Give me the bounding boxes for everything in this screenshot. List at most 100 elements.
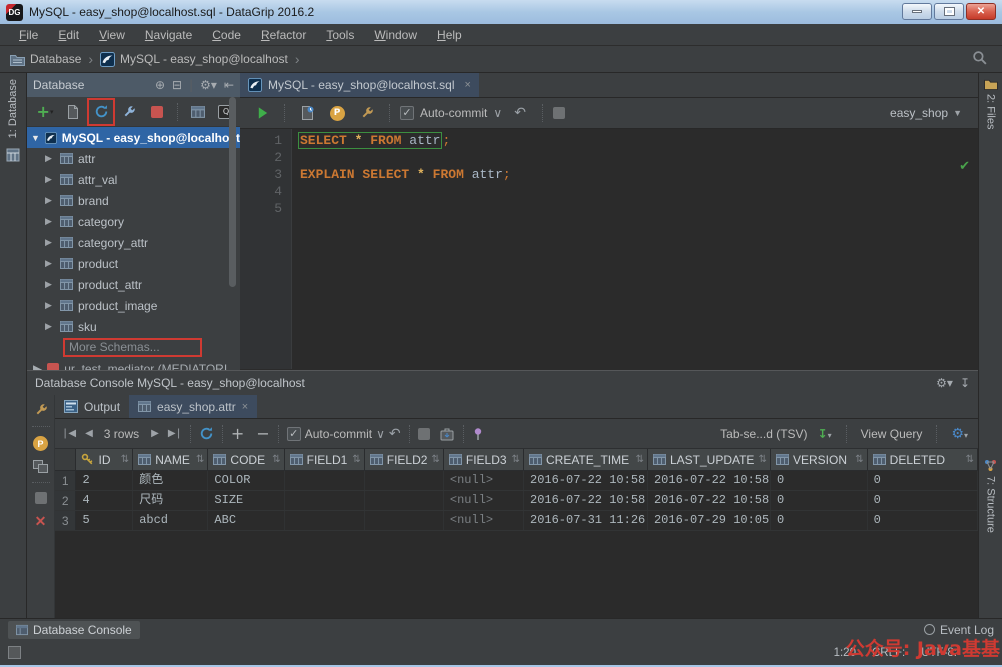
- sort-arrows-icon[interactable]: ⇅: [855, 454, 863, 465]
- sort-arrows-icon[interactable]: ⇅: [121, 454, 129, 465]
- cell-last_update[interactable]: 2016-07-22 10:58:09: [648, 471, 771, 490]
- duplicate-icon[interactable]: [61, 100, 85, 124]
- tree-connection-row[interactable]: ▼ MySQL - easy_shop@localhost: [27, 127, 240, 148]
- delete-row-button[interactable]: −: [256, 424, 269, 443]
- collapsed-arrow-icon[interactable]: ▶: [45, 174, 55, 185]
- cell-deleted[interactable]: 0: [868, 471, 978, 490]
- cell-deleted[interactable]: 0: [868, 511, 978, 530]
- more-schemas-link[interactable]: More Schemas...: [27, 337, 240, 358]
- sort-arrows-icon[interactable]: ⇅: [966, 454, 974, 465]
- schema-selector[interactable]: easy_shop ▼: [890, 106, 962, 120]
- tool-button-database[interactable]: 1: Database: [7, 79, 19, 138]
- sort-arrows-icon[interactable]: ⇅: [431, 454, 439, 465]
- sort-arrows-icon[interactable]: ⇅: [272, 454, 280, 465]
- next-page-icon[interactable]: ▶: [151, 428, 159, 439]
- column-header-create_time[interactable]: CREATE_TIME ⇅: [524, 449, 648, 470]
- search-everywhere-icon[interactable]: [972, 50, 988, 66]
- breadcrumb-connection[interactable]: MySQL - easy_shop@localhost: [98, 51, 290, 67]
- close-tab-icon[interactable]: ×: [242, 401, 248, 413]
- autocommit-checkbox[interactable]: ✓: [400, 106, 414, 120]
- autocommit-checkbox[interactable]: ✓: [286, 426, 301, 441]
- cell-field1[interactable]: [285, 491, 365, 510]
- code-line-2[interactable]: [300, 149, 978, 166]
- column-header-field2[interactable]: FIELD2 ⇅: [365, 449, 444, 470]
- cell-id[interactable]: 4: [76, 491, 134, 510]
- sync-refresh-button[interactable]: [87, 97, 115, 126]
- editor-tab-sql[interactable]: MySQL - easy_shop@localhost.sql ×: [240, 73, 479, 97]
- export-download-icon[interactable]: ↧▾: [818, 427, 832, 441]
- collapsed-arrow-icon[interactable]: ▶: [45, 300, 55, 311]
- sort-arrows-icon[interactable]: ⇅: [352, 454, 360, 465]
- tree-table-attr_val[interactable]: ▶ attr_val: [27, 169, 240, 190]
- breadcrumb-database[interactable]: Database: [8, 52, 83, 66]
- chevron-down-icon[interactable]: ∨: [376, 427, 385, 441]
- row-number[interactable]: 1: [55, 471, 77, 490]
- cell-code[interactable]: COLOR: [208, 471, 285, 490]
- collapsed-arrow-icon[interactable]: ▶: [45, 258, 55, 269]
- wrench-properties-icon[interactable]: [117, 100, 141, 124]
- menu-item-window[interactable]: Window: [365, 26, 426, 44]
- cell-code[interactable]: SIZE: [208, 491, 285, 510]
- cell-field1[interactable]: [285, 471, 365, 490]
- sort-arrows-icon[interactable]: ⇅: [512, 454, 520, 465]
- code-area[interactable]: SELECT * FROM attr; EXPLAIN SELECT * FRO…: [292, 129, 978, 369]
- column-header-last_update[interactable]: LAST_UPDATE ⇅: [648, 449, 771, 470]
- row-number[interactable]: 3: [55, 511, 77, 530]
- structure-icon[interactable]: [984, 459, 997, 472]
- table-view-icon[interactable]: [186, 100, 210, 124]
- column-header-code[interactable]: CODE ⇅: [208, 449, 285, 470]
- minimize-button[interactable]: [902, 3, 932, 20]
- reload-data-icon[interactable]: [199, 426, 214, 441]
- execute-button[interactable]: [250, 101, 274, 125]
- cell-name[interactable]: 尺码: [133, 491, 209, 510]
- view-query-button[interactable]: View Query: [861, 427, 923, 441]
- previous-page-icon[interactable]: ◀: [85, 428, 93, 439]
- tree-table-product_image[interactable]: ▶ product_image: [27, 295, 240, 316]
- settings-wrench-icon[interactable]: [355, 101, 379, 125]
- toggle-stripes-icon[interactable]: [8, 646, 21, 659]
- close-console-button[interactable]: ✕: [35, 513, 47, 530]
- collapsed-arrow-icon[interactable]: ▶: [45, 279, 55, 290]
- hide-panel-icon[interactable]: ⇤: [224, 78, 234, 92]
- gear-icon[interactable]: ⚙▾: [936, 376, 953, 390]
- locate-icon[interactable]: ⊕: [155, 78, 165, 92]
- cell-field2[interactable]: [365, 511, 444, 530]
- column-header-id[interactable]: ID ⇅: [76, 449, 134, 470]
- first-page-icon[interactable]: ❘◀: [61, 428, 76, 439]
- column-header-field1[interactable]: FIELD1 ⇅: [285, 449, 365, 470]
- tree-table-product[interactable]: ▶ product: [27, 253, 240, 274]
- tree-table-product_attr[interactable]: ▶ product_attr: [27, 274, 240, 295]
- database-panel-header[interactable]: Database ⊕ ⊟ | ⚙▾ ⇤: [27, 73, 240, 97]
- tree-truncated-row[interactable]: ▶ ur_test_mediator (MEDIATORI: [27, 358, 240, 370]
- title-bar[interactable]: DG MySQL - easy_shop@localhost.sql - Dat…: [0, 0, 1002, 24]
- table-window-icon[interactable]: [6, 148, 20, 162]
- cell-field2[interactable]: [365, 491, 444, 510]
- add-row-button[interactable]: +: [231, 424, 244, 443]
- menu-item-refactor[interactable]: Refactor: [252, 26, 315, 44]
- console-history-icon[interactable]: [295, 101, 319, 125]
- menu-item-help[interactable]: Help: [428, 26, 471, 44]
- files-folder-icon[interactable]: [983, 78, 998, 90]
- collapsed-arrow-icon[interactable]: ▶: [45, 153, 55, 164]
- compare-icon[interactable]: [33, 460, 48, 473]
- collapsed-arrow-icon[interactable]: ▶: [45, 321, 55, 332]
- gear-icon[interactable]: ⚙▾: [200, 78, 217, 92]
- collapsed-arrow-icon[interactable]: ▶: [45, 216, 55, 227]
- tree-table-category_attr[interactable]: ▶ category_attr: [27, 232, 240, 253]
- export-format-label[interactable]: Tab-se...d (TSV): [720, 427, 807, 441]
- code-line-1[interactable]: SELECT * FROM attr;: [298, 132, 978, 149]
- cell-version[interactable]: 0: [771, 491, 868, 510]
- console-tab-easy-shop-attr[interactable]: easy_shop.attr ×: [129, 395, 258, 418]
- add-datasource-button[interactable]: + ▾: [33, 100, 57, 124]
- database-console-toolwindow-button[interactable]: Database Console: [8, 620, 140, 639]
- code-line-4[interactable]: [300, 183, 978, 200]
- undo-icon[interactable]: ↶: [389, 426, 401, 442]
- last-page-icon[interactable]: ▶❘: [168, 428, 183, 439]
- column-header-deleted[interactable]: DELETED ⇅: [868, 449, 978, 470]
- tree-table-category[interactable]: ▶ category: [27, 211, 240, 232]
- cell-deleted[interactable]: 0: [868, 491, 978, 510]
- tree-table-brand[interactable]: ▶ brand: [27, 190, 240, 211]
- grid-settings-gear-icon[interactable]: ⚙▾: [951, 426, 968, 442]
- menu-item-tools[interactable]: Tools: [317, 26, 363, 44]
- cell-create_time[interactable]: 2016-07-22 10:58:09: [524, 471, 648, 490]
